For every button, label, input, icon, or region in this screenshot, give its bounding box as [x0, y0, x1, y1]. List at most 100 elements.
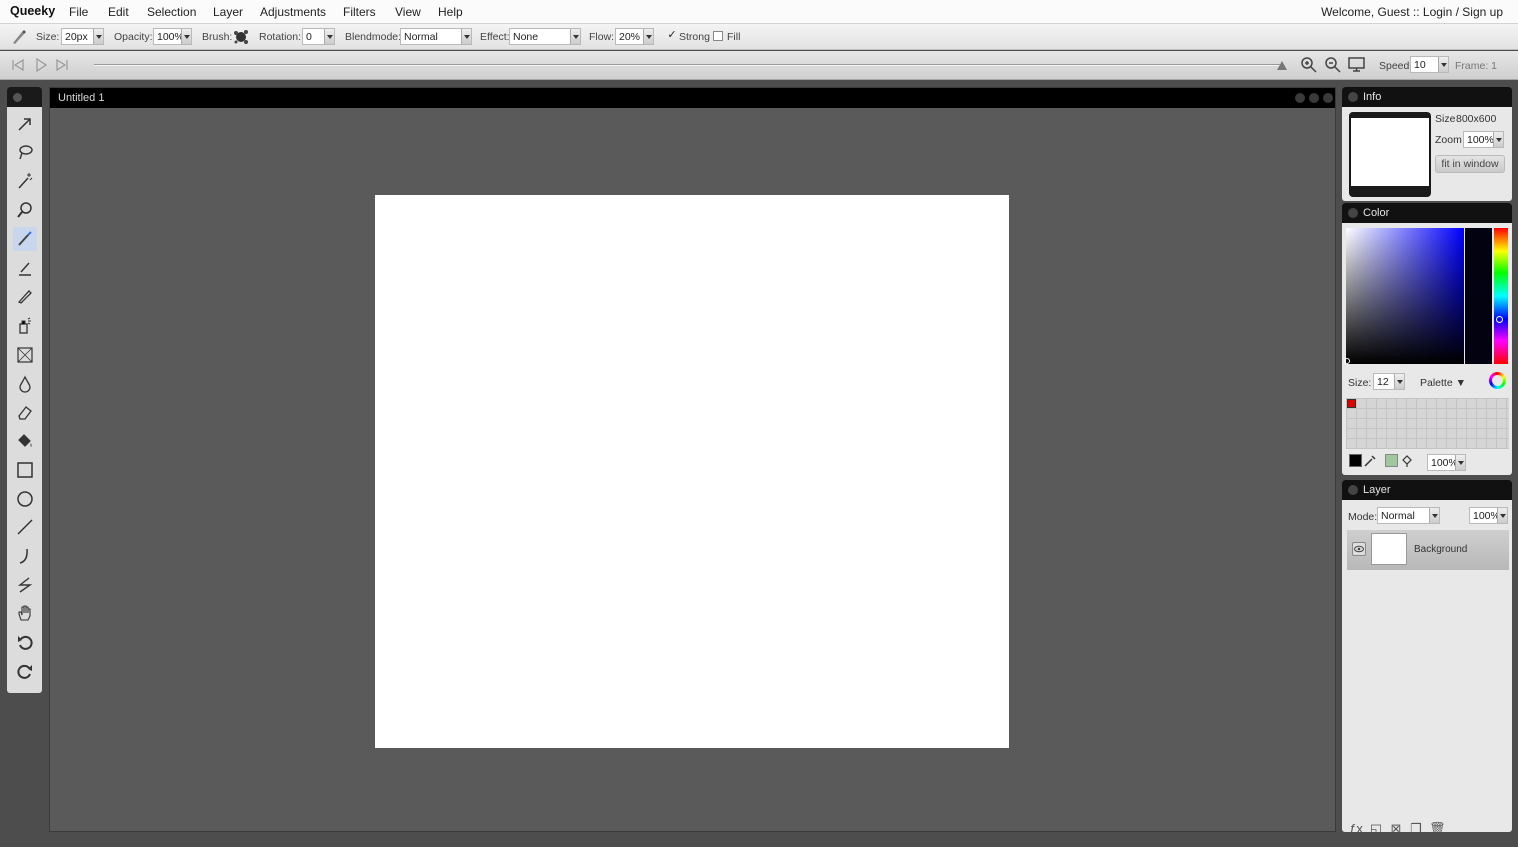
- layer-opacity-combo[interactable]: 100%: [1469, 507, 1508, 524]
- line-icon[interactable]: [13, 515, 37, 539]
- timeline-track[interactable]: [94, 64, 1284, 66]
- chevron-down-icon[interactable]: [1394, 374, 1404, 389]
- new-layer-icon[interactable]: ◱: [1369, 822, 1383, 833]
- opacity-combo[interactable]: 100%: [153, 28, 192, 45]
- curve-icon[interactable]: [13, 544, 37, 568]
- chevron-down-icon[interactable]: [181, 29, 191, 44]
- layer-effects-icon[interactable]: ƒx: [1349, 822, 1363, 833]
- swatch-grid[interactable]: [1346, 398, 1509, 449]
- layer-mode-combo[interactable]: Normal: [1377, 507, 1440, 524]
- palette-dropdown[interactable]: Palette ▼: [1420, 377, 1466, 389]
- mask-layer-icon[interactable]: ⊠: [1389, 822, 1403, 833]
- first-frame-icon[interactable]: [11, 58, 25, 72]
- last-frame-icon[interactable]: [55, 58, 69, 72]
- chevron-down-icon[interactable]: [1493, 132, 1503, 147]
- maximize-icon[interactable]: [1309, 93, 1319, 103]
- collapse-icon[interactable]: [1348, 485, 1358, 495]
- hue-slider-knob[interactable]: [1496, 316, 1503, 323]
- fill-label: Fill: [727, 31, 741, 43]
- zoom-out-icon[interactable]: [1324, 56, 1341, 73]
- minimize-icon[interactable]: [1295, 93, 1305, 103]
- collapse-icon[interactable]: [1348, 208, 1358, 218]
- background-color-swatch[interactable]: [1385, 454, 1398, 467]
- navigator-thumbnail[interactable]: [1349, 112, 1431, 197]
- fit-in-window-button[interactable]: fit in window: [1435, 155, 1505, 173]
- eyedropper-icon[interactable]: [1363, 454, 1377, 468]
- welcome-text: Welcome, Guest ::: [1321, 5, 1420, 19]
- menu-adjustments[interactable]: Adjustments: [260, 5, 326, 19]
- speed-combo[interactable]: 10: [1410, 56, 1449, 73]
- chevron-down-icon[interactable]: [643, 29, 653, 44]
- flow-combo[interactable]: 20%: [615, 28, 654, 45]
- color-size-combo[interactable]: 12: [1373, 373, 1405, 390]
- zoom-combo[interactable]: 100%: [1463, 131, 1504, 148]
- layer-row[interactable]: Background: [1347, 530, 1509, 570]
- fill-bucket-icon[interactable]: [1400, 454, 1414, 468]
- trash-icon[interactable]: 🗑: [1429, 822, 1446, 833]
- timeline-handle[interactable]: [1277, 61, 1287, 70]
- chevron-down-icon[interactable]: [93, 29, 103, 44]
- transform-icon[interactable]: [13, 343, 37, 367]
- color-opacity-combo[interactable]: 100%: [1427, 454, 1466, 471]
- close-icon[interactable]: [1323, 93, 1333, 103]
- selected-swatch[interactable]: [1347, 399, 1356, 408]
- fill-checkbox[interactable]: [713, 31, 723, 41]
- spray-icon[interactable]: [13, 313, 37, 337]
- brush-icon[interactable]: [13, 227, 37, 251]
- chevron-down-icon[interactable]: [324, 29, 334, 44]
- saturation-brightness-picker[interactable]: [1346, 228, 1464, 364]
- move-arrow-icon[interactable]: [13, 112, 37, 136]
- effect-value: None: [513, 31, 539, 43]
- picker-cursor[interactable]: [1344, 358, 1350, 364]
- collapse-icon[interactable]: [1348, 92, 1358, 102]
- undo-icon[interactable]: [13, 630, 37, 654]
- menu-edit[interactable]: Edit: [108, 5, 129, 19]
- collapse-icon[interactable]: [13, 93, 22, 102]
- magic-wand-icon[interactable]: [13, 169, 37, 193]
- menu-layer[interactable]: Layer: [213, 5, 243, 19]
- strong-checkbox[interactable]: ✓: [667, 30, 677, 41]
- lasso-icon[interactable]: [13, 140, 37, 164]
- polyline-icon[interactable]: [13, 573, 37, 597]
- play-icon[interactable]: [34, 57, 48, 73]
- menu-help[interactable]: Help: [438, 5, 463, 19]
- menu-file[interactable]: File: [69, 5, 88, 19]
- redo-icon[interactable]: [13, 659, 37, 683]
- chevron-down-icon[interactable]: [1455, 455, 1465, 470]
- size-combo[interactable]: 20px: [61, 28, 104, 45]
- app-brand[interactable]: Queeky: [10, 4, 55, 18]
- signup-link[interactable]: Sign up: [1462, 5, 1503, 19]
- chevron-down-icon[interactable]: [1497, 508, 1507, 523]
- drawing-canvas[interactable]: [375, 195, 1009, 748]
- duplicate-layer-icon[interactable]: ❐: [1409, 822, 1423, 833]
- zoom-in-icon[interactable]: [1300, 56, 1317, 73]
- eraser-icon[interactable]: [13, 400, 37, 424]
- rotation-combo[interactable]: 0: [302, 28, 335, 45]
- eye-icon[interactable]: [1352, 542, 1366, 556]
- blendmode-combo[interactable]: Normal: [400, 28, 472, 45]
- smudge-icon[interactable]: [13, 256, 37, 280]
- hue-slider[interactable]: [1494, 228, 1508, 364]
- menu-filters[interactable]: Filters: [343, 5, 376, 19]
- effect-combo[interactable]: None: [509, 28, 581, 45]
- size-value: 20px: [65, 31, 88, 43]
- chevron-down-icon[interactable]: [461, 29, 471, 44]
- paint-bucket-icon[interactable]: [13, 429, 37, 453]
- chevron-down-icon[interactable]: [1429, 508, 1439, 523]
- ellipse-icon[interactable]: [13, 487, 37, 511]
- color-wheel-icon[interactable]: [1489, 372, 1506, 389]
- rectangle-icon[interactable]: [13, 458, 37, 482]
- hand-icon[interactable]: [13, 601, 37, 625]
- chevron-down-icon[interactable]: [1438, 57, 1448, 72]
- foreground-color-swatch[interactable]: [1349, 454, 1362, 467]
- chevron-down-icon[interactable]: [570, 29, 580, 44]
- blur-drop-icon[interactable]: [13, 372, 37, 396]
- screen-icon[interactable]: [1348, 56, 1365, 73]
- pencil-icon[interactable]: [13, 284, 37, 308]
- color-panel-header: Color: [1342, 203, 1512, 223]
- login-link[interactable]: Login: [1423, 5, 1452, 19]
- brush-preset-icon[interactable]: [232, 28, 250, 49]
- zoom-icon[interactable]: [13, 198, 37, 222]
- menu-view[interactable]: View: [395, 5, 421, 19]
- menu-selection[interactable]: Selection: [147, 5, 196, 19]
